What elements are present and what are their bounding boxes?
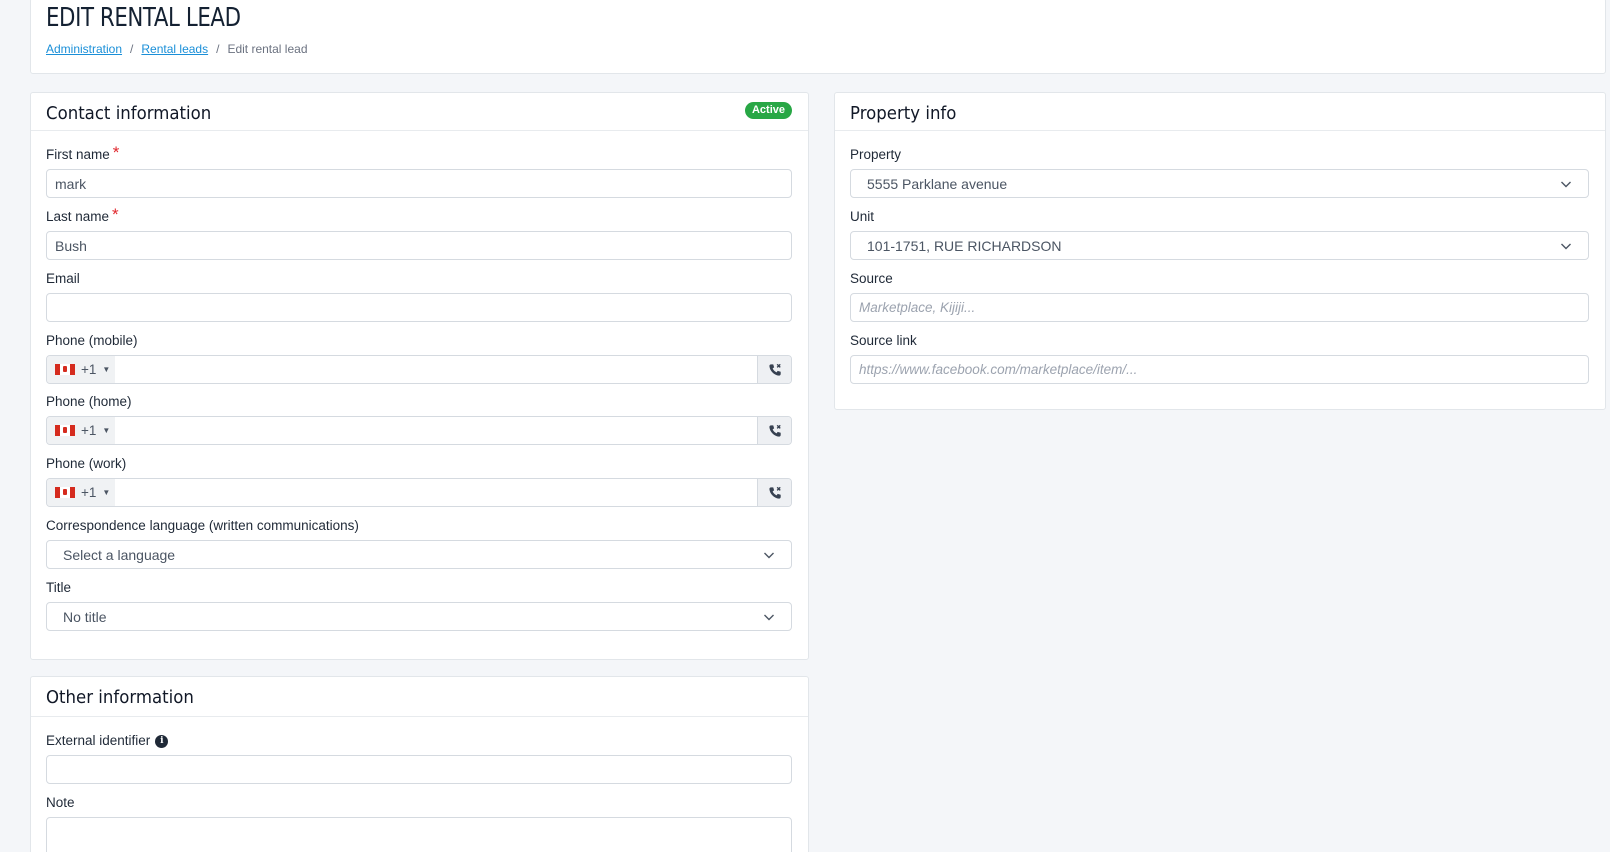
breadcrumb-rental-leads-link[interactable]: Rental leads bbox=[141, 42, 208, 56]
canada-flag-icon bbox=[55, 425, 75, 436]
email-label: Email bbox=[46, 271, 80, 286]
phone-home-group: +1 ▼ bbox=[46, 416, 792, 445]
first-name-input[interactable]: mark bbox=[46, 169, 792, 198]
unit-label: Unit bbox=[850, 209, 875, 224]
property-card-title: Property info bbox=[850, 103, 957, 124]
email-field: Email bbox=[46, 270, 792, 322]
external-identifier-field: External identifier i bbox=[46, 732, 792, 784]
phone-work-input[interactable] bbox=[115, 479, 757, 506]
phone-call-x-icon[interactable] bbox=[757, 356, 791, 383]
external-identifier-input[interactable] bbox=[46, 755, 792, 784]
phone-home-label: Phone (home) bbox=[46, 394, 132, 409]
property-field: Property 5555 Parklane avenue bbox=[850, 146, 1589, 198]
page-header: EDIT RENTAL LEAD Administration / Rental… bbox=[30, 0, 1606, 74]
property-card-header: Property info bbox=[835, 93, 1605, 131]
note-field: Note bbox=[46, 794, 792, 852]
canada-flag-icon bbox=[55, 487, 75, 498]
source-link-field: Source link https://www.facebook.com/mar… bbox=[850, 332, 1589, 384]
source-input[interactable]: Marketplace, Kijiji... bbox=[850, 293, 1589, 322]
phone-mobile-input[interactable] bbox=[115, 356, 757, 383]
country-code: +1 bbox=[81, 362, 97, 377]
country-code: +1 bbox=[81, 423, 97, 438]
required-marker: * bbox=[112, 143, 120, 162]
country-code-selector[interactable]: +1 ▼ bbox=[47, 356, 115, 383]
chevron-down-icon bbox=[1561, 243, 1571, 249]
source-label: Source bbox=[850, 271, 893, 286]
country-code-selector[interactable]: +1 ▼ bbox=[47, 479, 115, 506]
external-identifier-label: External identifier bbox=[46, 733, 151, 748]
language-select[interactable]: Select a language bbox=[46, 540, 792, 569]
first-name-label: First name bbox=[46, 147, 110, 162]
email-input[interactable] bbox=[46, 293, 792, 322]
unit-select[interactable]: 101-1751, RUE RICHARDSON bbox=[850, 231, 1589, 260]
phone-call-x-icon[interactable] bbox=[757, 479, 791, 506]
title-select[interactable]: No title bbox=[46, 602, 792, 631]
language-label: Correspondence language (written communi… bbox=[46, 518, 359, 533]
last-name-input[interactable]: Bush bbox=[46, 231, 792, 260]
chevron-down-icon bbox=[1561, 181, 1571, 187]
source-link-input[interactable]: https://www.facebook.com/marketplace/ite… bbox=[850, 355, 1589, 384]
contact-information-card: Contact information Active First name * m… bbox=[30, 92, 809, 660]
breadcrumb: Administration / Rental leads / Edit ren… bbox=[46, 42, 308, 56]
other-card-header: Other information bbox=[31, 677, 808, 717]
property-select-value: 5555 Parklane avenue bbox=[867, 175, 1008, 192]
breadcrumb-separator: / bbox=[130, 42, 134, 56]
title-label: Title bbox=[46, 580, 72, 595]
breadcrumb-administration-link[interactable]: Administration bbox=[46, 42, 122, 56]
property-info-card: Property info Property 5555 Parklane ave… bbox=[834, 92, 1606, 410]
last-name-label: Last name bbox=[46, 209, 110, 224]
other-card-title: Other information bbox=[46, 687, 194, 708]
chevron-down-icon bbox=[764, 614, 774, 620]
phone-work-label: Phone (work) bbox=[46, 456, 127, 471]
title-select-value: No title bbox=[63, 608, 107, 625]
country-code: +1 bbox=[81, 485, 97, 500]
source-link-label: Source link bbox=[850, 333, 917, 348]
unit-select-value: 101-1751, RUE RICHARDSON bbox=[867, 237, 1062, 254]
caret-down-icon: ▼ bbox=[102, 426, 111, 435]
breadcrumb-separator: / bbox=[216, 42, 220, 56]
last-name-field: Last name * Bush bbox=[46, 205, 792, 260]
phone-work-field: Phone (work) +1 ▼ bbox=[46, 455, 792, 507]
status-badge: Active bbox=[744, 102, 792, 119]
first-name-field: First name * mark bbox=[46, 143, 792, 198]
breadcrumb-current: Edit rental lead bbox=[227, 42, 308, 56]
property-label: Property bbox=[850, 147, 902, 162]
language-field: Correspondence language (written communi… bbox=[46, 517, 792, 569]
contact-card-title: Contact information bbox=[46, 103, 212, 124]
chevron-down-icon bbox=[764, 552, 774, 558]
caret-down-icon: ▼ bbox=[102, 365, 111, 374]
page-title: EDIT RENTAL LEAD bbox=[46, 3, 241, 33]
phone-home-field: Phone (home) +1 ▼ bbox=[46, 393, 792, 445]
required-marker: * bbox=[112, 205, 119, 224]
property-select[interactable]: 5555 Parklane avenue bbox=[850, 169, 1589, 198]
note-label: Note bbox=[46, 795, 75, 810]
phone-mobile-field: Phone (mobile) +1 ▼ bbox=[46, 332, 792, 384]
note-textarea[interactable] bbox=[46, 817, 792, 852]
phone-work-group: +1 ▼ bbox=[46, 478, 792, 507]
caret-down-icon: ▼ bbox=[102, 488, 111, 497]
unit-field: Unit 101-1751, RUE RICHARDSON bbox=[850, 208, 1589, 260]
source-field: Source Marketplace, Kijiji... bbox=[850, 270, 1589, 322]
contact-card-header: Contact information Active bbox=[31, 93, 808, 131]
language-select-value: Select a language bbox=[63, 546, 176, 563]
canada-flag-icon bbox=[55, 364, 75, 375]
title-field: Title No title bbox=[46, 579, 792, 631]
other-information-card: Other information External identifier i N… bbox=[30, 676, 809, 852]
phone-home-input[interactable] bbox=[115, 417, 757, 444]
country-code-selector[interactable]: +1 ▼ bbox=[47, 417, 115, 444]
phone-mobile-label: Phone (mobile) bbox=[46, 333, 138, 348]
info-circle-icon[interactable]: i bbox=[155, 734, 169, 748]
phone-call-x-icon[interactable] bbox=[757, 417, 791, 444]
phone-mobile-group: +1 ▼ bbox=[46, 355, 792, 384]
